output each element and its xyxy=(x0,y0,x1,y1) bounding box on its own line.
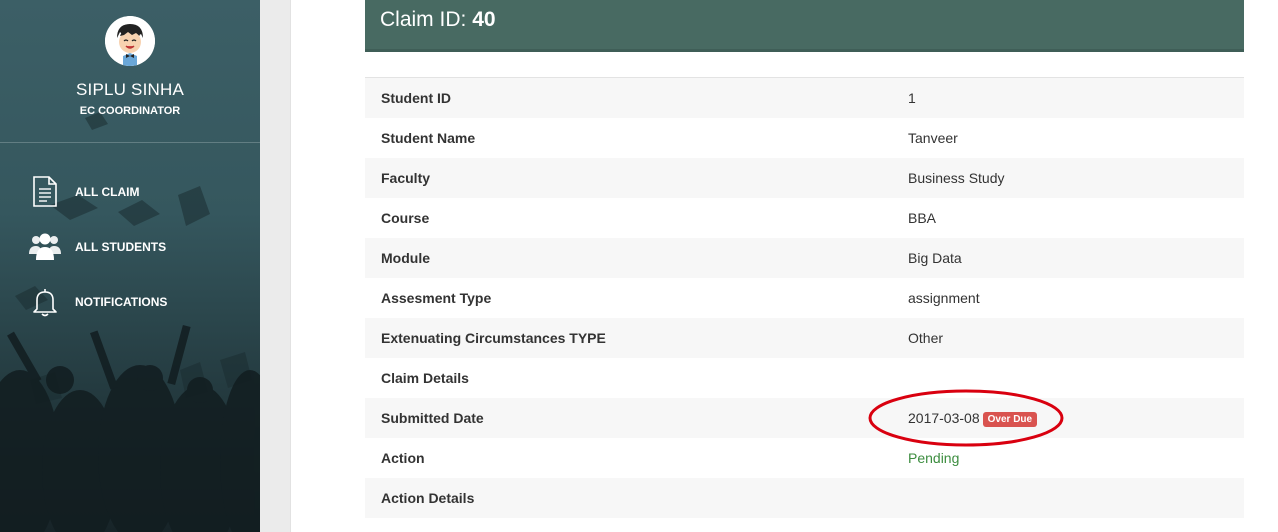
row-label: Student ID xyxy=(381,90,451,106)
table-row-ec-type: Extenuating Circumstances TYPE Other xyxy=(365,318,1244,358)
status-text: Pending xyxy=(908,450,960,466)
row-value: 1 xyxy=(908,90,916,106)
sidebar-divider xyxy=(0,142,260,143)
row-value: Tanveer xyxy=(908,130,958,146)
claim-id: 40 xyxy=(472,8,496,31)
cartoon-avatar-icon xyxy=(105,16,155,66)
table-row-action: Action Pending xyxy=(365,438,1244,478)
row-label: Module xyxy=(381,250,430,266)
sidebar: SIPLU SINHA EC COORDINATOR ALL CLAIM ALL… xyxy=(0,0,260,532)
user-profile: SIPLU SINHA EC COORDINATOR xyxy=(0,0,260,143)
table-row-assessment-type: Assesment Type assignment xyxy=(365,278,1244,318)
profile-role: EC COORDINATOR xyxy=(79,105,181,117)
document-icon xyxy=(33,176,57,207)
profile-name: SIPLU SINHA xyxy=(75,80,184,99)
table-row-faculty: Faculty Business Study xyxy=(365,158,1244,198)
avatar[interactable] xyxy=(105,16,155,66)
claim-details-table: Student ID 1 Student Name Tanveer Facult… xyxy=(365,77,1244,518)
claim-header: Claim ID: 40 xyxy=(365,0,1244,52)
row-label: Claim Details xyxy=(381,370,469,386)
table-row-claim-details: Claim Details xyxy=(365,358,1244,398)
row-label: Faculty xyxy=(381,170,431,186)
row-label: Action xyxy=(381,450,425,466)
users-icon xyxy=(29,233,61,260)
row-value: Other xyxy=(908,330,944,346)
submitted-date: 2017-03-08 xyxy=(908,410,980,426)
row-label: Extenuating Circumstances TYPE xyxy=(381,330,606,346)
claim-title-prefix: Claim ID: xyxy=(380,8,473,31)
table-row-submitted-date: Submitted Date 2017-03-08 Over Due xyxy=(365,398,1244,438)
table-row-action-details: Action Details xyxy=(365,478,1244,518)
row-label: Submitted Date xyxy=(381,410,484,426)
sidebar-item-label: ALL STUDENTS xyxy=(75,240,167,254)
sidebar-item-notifications[interactable]: NOTIFICATIONS xyxy=(28,285,248,321)
row-value: assignment xyxy=(908,290,980,306)
row-label: Course xyxy=(381,210,430,226)
row-label: Action Details xyxy=(381,490,475,506)
row-label: Student Name xyxy=(381,130,476,146)
sidebar-item-label: ALL CLAIM xyxy=(75,185,140,199)
page-title: Claim ID: 40 xyxy=(380,8,496,32)
overdue-badge: Over Due xyxy=(982,412,1038,427)
table-row-course: Course BBA xyxy=(365,198,1244,238)
table-row-student-name: Student Name Tanveer xyxy=(365,118,1244,158)
row-value: Business Study xyxy=(908,170,1005,186)
sidebar-item-all-students[interactable]: ALL STUDENTS xyxy=(28,230,248,266)
table-row-student-id: Student ID 1 xyxy=(365,78,1244,118)
sidebar-item-label: NOTIFICATIONS xyxy=(75,295,168,309)
row-value: BBA xyxy=(908,210,937,226)
row-value: Big Data xyxy=(908,250,962,266)
table-row-module: Module Big Data xyxy=(365,238,1244,278)
row-label: Assesment Type xyxy=(381,290,492,306)
row-value: 2017-03-08 Over Due xyxy=(908,410,1038,427)
bell-icon xyxy=(33,289,57,317)
sidebar-item-all-claim[interactable]: ALL CLAIM xyxy=(28,175,248,211)
